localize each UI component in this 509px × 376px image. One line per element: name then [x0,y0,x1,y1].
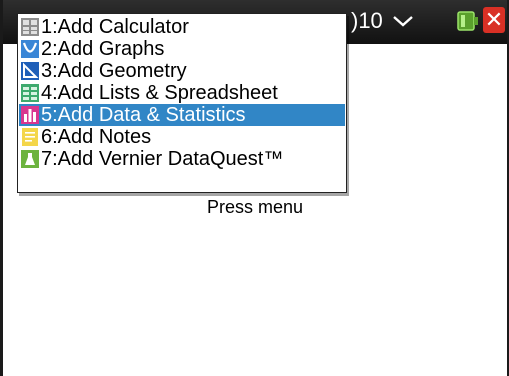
menu-item-label: 6:Add Notes [41,126,152,148]
geometry-icon [21,62,39,80]
press-menu-hint: Press menu [207,197,304,217]
spreadsheet-icon [21,84,39,102]
menu-item-label: 4:Add Lists & Spreadsheet [41,82,278,104]
chevron-down-icon[interactable] [392,14,414,28]
menu-item-add-graphs[interactable]: 2:Add Graphs [19,38,345,60]
graphs-icon [21,40,39,58]
close-icon[interactable]: ✕ [483,7,505,33]
add-page-menu: 1:Add Calculator 2:Add Graphs 3:Add Geom… [17,13,347,193]
dataquest-icon [21,150,39,168]
menu-item-add-geometry[interactable]: 3:Add Geometry [19,60,345,82]
menu-item-label: 2:Add Graphs [41,38,165,60]
data-statistics-icon [21,106,39,124]
menu-item-add-lists-spreadsheet[interactable]: 4:Add Lists & Spreadsheet [19,82,345,104]
screen-edge-left [0,0,3,376]
menu-item-add-calculator[interactable]: 1:Add Calculator [19,16,345,38]
document-name[interactable]: )10 [351,8,383,34]
menu-item-add-vernier-dataquest[interactable]: 7:Add Vernier DataQuest™ [19,148,345,170]
battery-icon [457,11,478,31]
notes-icon [22,128,38,146]
menu-item-label: 5:Add Data & Statistics [41,104,246,126]
menu-item-add-data-statistics[interactable]: 5:Add Data & Statistics [19,104,345,126]
menu-item-label: 1:Add Calculator [41,16,189,38]
menu-item-add-notes[interactable]: 6:Add Notes [19,126,345,148]
menu-item-label: 3:Add Geometry [41,60,187,82]
calculator-icon [21,18,39,36]
handheld-screen: )10 ✕ Press menu 1:Add Calculator 2:Add … [0,0,509,376]
menu-item-label: 7:Add Vernier DataQuest™ [41,148,284,170]
